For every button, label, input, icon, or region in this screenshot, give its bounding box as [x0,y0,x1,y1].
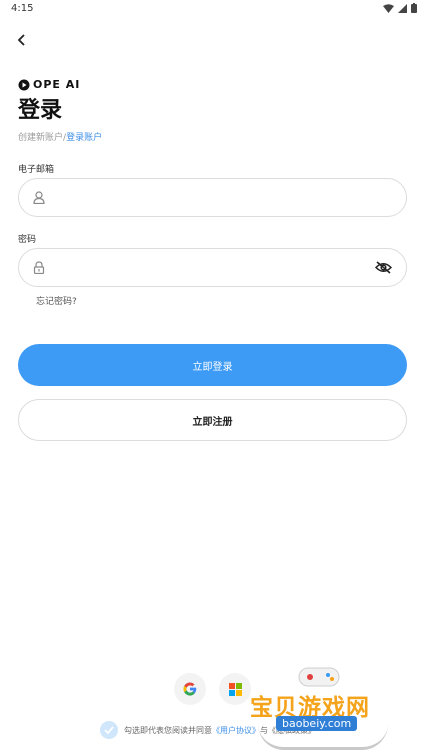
brand-logo: OPE AI [18,78,80,91]
password-input[interactable] [55,249,375,286]
agreement-checkbox[interactable] [100,721,118,739]
status-time: 4:15 [11,3,34,14]
email-field[interactable] [18,178,407,217]
wifi-icon [383,3,394,13]
lock-icon [33,261,45,274]
forgot-password-link[interactable]: 忘记密码? [36,294,77,307]
email-input[interactable] [55,179,392,216]
battery-icon [411,3,417,13]
eye-off-icon[interactable] [375,261,392,274]
watermark: 宝贝游戏网 baobeiy.com [248,660,398,752]
watermark-arc [258,724,388,750]
google-login-button[interactable] [174,673,206,705]
logo-icon [18,79,30,90]
microsoft-icon [228,682,242,696]
register-button[interactable]: 立即注册 [18,399,407,441]
signal-icon [398,3,407,13]
login-account-link[interactable]: 登录账户 [66,133,102,143]
gamepad-icon [298,667,340,687]
back-arrow-icon [17,34,25,46]
google-icon [183,682,197,696]
check-icon [104,726,114,734]
back-button[interactable] [12,30,32,50]
status-icons [383,3,417,13]
page-title: 登录 [18,98,63,123]
create-account-link[interactable]: 创建新账户 [18,133,63,143]
status-bar: 4:15 [0,0,425,18]
password-label: 密码 [18,235,37,245]
logo-text: OPE AI [33,78,81,91]
breadcrumb: 创建新账户/登录账户 [18,130,102,143]
password-field[interactable] [18,248,407,287]
login-button[interactable]: 立即登录 [18,344,407,386]
microsoft-login-button[interactable] [219,673,251,705]
email-label: 电子邮箱 [18,165,55,175]
user-icon [33,191,45,204]
